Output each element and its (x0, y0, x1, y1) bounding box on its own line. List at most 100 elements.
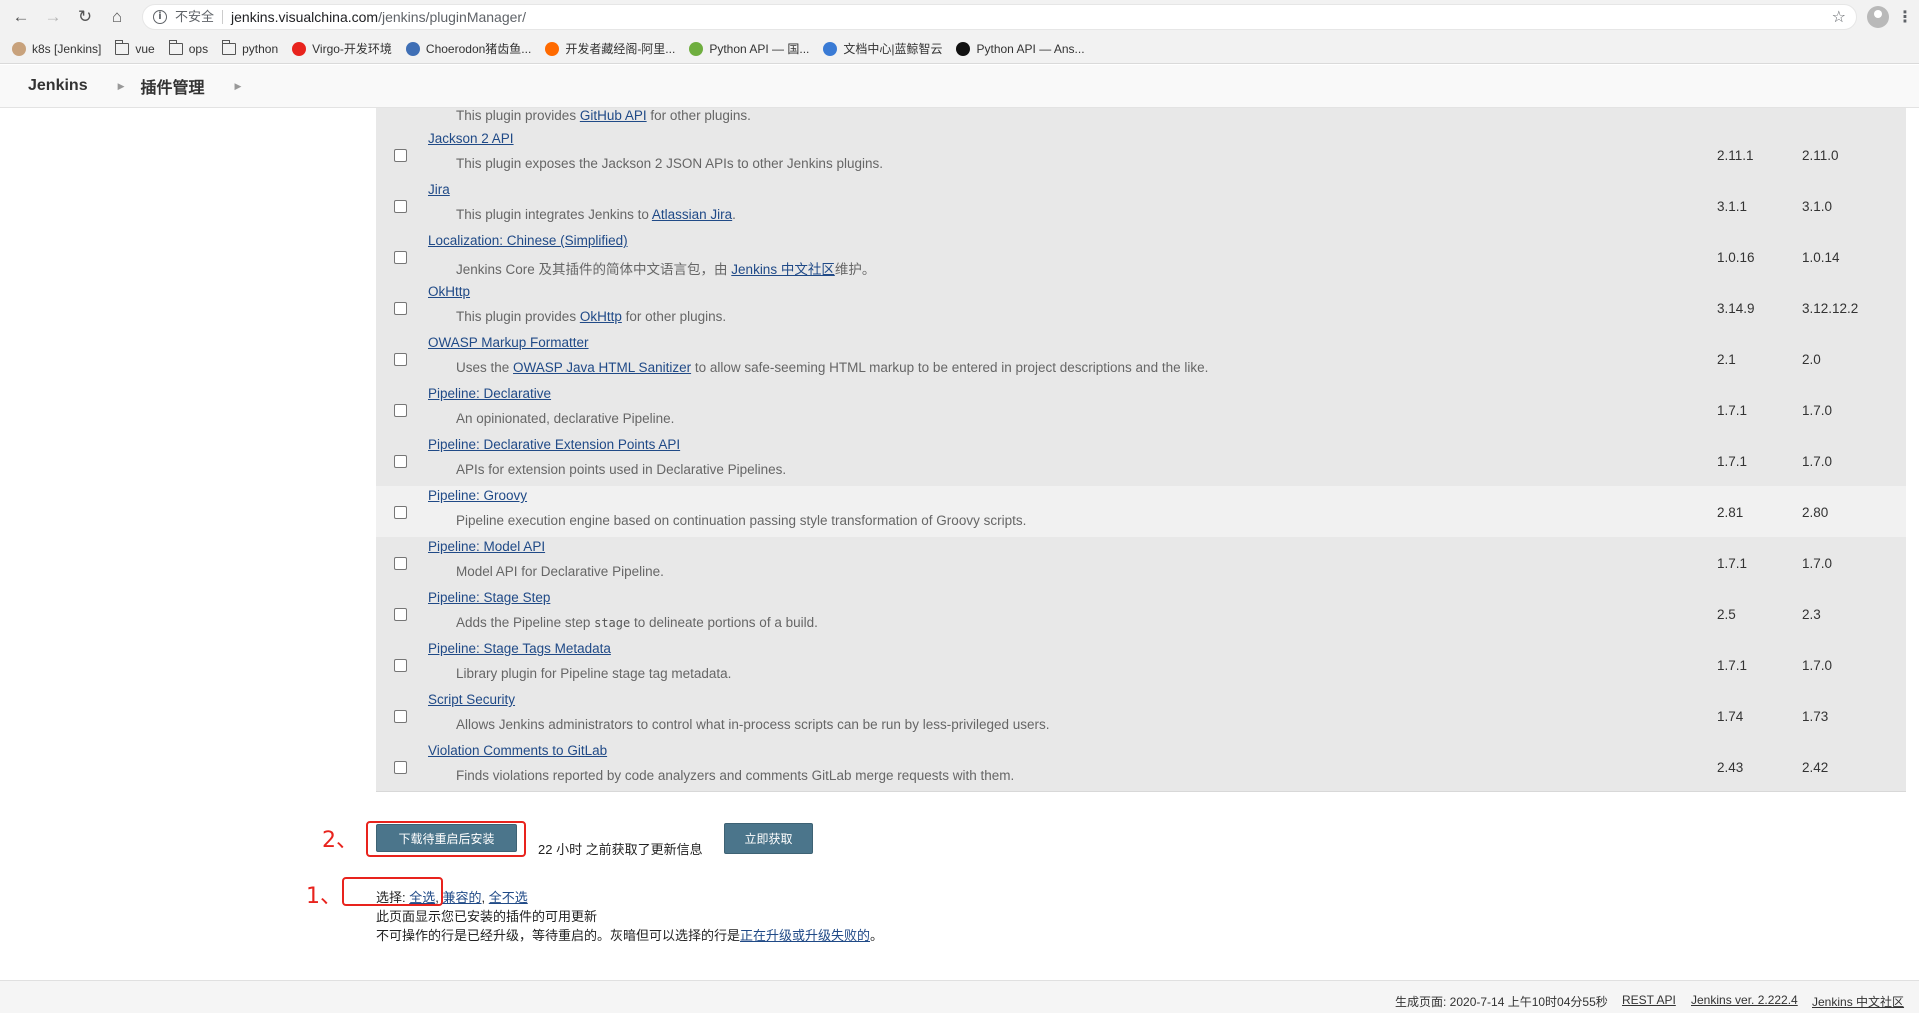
plugin-name-link[interactable]: Pipeline: Declarative Extension Points A… (428, 437, 680, 452)
select-compatible-link[interactable]: 兼容的 (442, 890, 481, 905)
ansible-icon (956, 41, 971, 56)
crumb-jenkins[interactable]: Jenkins (28, 77, 88, 95)
bookmarks-bar: k8s [Jenkins] vue ops python Virgo-开发环境 Choer… (0, 34, 1919, 64)
plugin-new-version: 1.7.1 (1717, 403, 1748, 418)
chevron-right-icon[interactable]: ▶ (118, 81, 125, 92)
plugin-name-link[interactable]: Localization: Chinese (Simplified) (428, 233, 628, 248)
plugin-checkbox[interactable] (394, 557, 407, 570)
plugin-checkbox[interactable] (394, 455, 407, 468)
jenkins-version-link[interactable]: Jenkins ver. 2.222.4 (1691, 993, 1798, 1007)
plugin-installed-version: 3.1.0 (1802, 199, 1833, 214)
plugin-name-link[interactable]: OkHttp (428, 284, 470, 299)
bookmark-item[interactable]: 文档中心|蓝鲸智云 (823, 40, 942, 57)
home-icon[interactable]: ⌂ (104, 4, 130, 30)
forward-icon[interactable]: → (40, 4, 66, 30)
jenkins-community-link[interactable]: Jenkins 中文社区 (1812, 993, 1904, 1010)
check-now-button[interactable]: 立即获取 (724, 823, 813, 854)
plugin-checkbox[interactable] (394, 659, 407, 672)
bookmark-item[interactable]: Python API — 国... (689, 40, 809, 57)
plugin-new-version: 2.11.1 (1717, 148, 1754, 163)
plugin-new-version: 3.14.9 (1717, 301, 1755, 316)
plugin-new-version: 2.81 (1717, 505, 1744, 520)
bookmark-item[interactable]: Choerodon猪齿鱼... (405, 40, 531, 57)
rest-api-link[interactable]: REST API (1622, 993, 1676, 1007)
plugin-row: Pipeline: Stage Tags Metadata Library plu… (376, 639, 1906, 690)
plugin-installed-version: 1.7.0 (1802, 454, 1833, 469)
chevron-right-icon[interactable]: ▶ (235, 81, 242, 92)
plugin-name-link[interactable]: Pipeline: Groovy (428, 488, 527, 503)
star-icon[interactable]: ☆ (1832, 7, 1846, 27)
plugin-description: Model API for Declarative Pipeline. (456, 564, 664, 579)
bookmark-item[interactable]: vue (115, 39, 155, 56)
plugin-checkbox[interactable] (394, 302, 407, 315)
menu-dots-icon[interactable]: ⋮ (1897, 7, 1913, 27)
plugin-name-link[interactable]: Pipeline: Declarative (428, 386, 551, 401)
plugin-description: Library plugin for Pipeline stage tag me… (456, 666, 732, 681)
plugin-new-version: 2.1 (1717, 352, 1736, 367)
plugin-checkbox[interactable] (394, 608, 407, 621)
plugin-description-link[interactable]: GitHub API (580, 108, 647, 123)
folder-icon (168, 39, 183, 55)
bookmark-label: k8s [Jenkins] (32, 41, 102, 56)
bookmark-item[interactable]: 开发者藏经阁-阿里... (545, 40, 675, 57)
plugin-checkbox[interactable] (394, 149, 407, 162)
back-icon[interactable]: ← (8, 4, 34, 30)
plugin-description: Pipeline execution engine based on conti… (456, 513, 1027, 528)
separator: , (481, 890, 489, 905)
plugin-checkbox[interactable] (394, 251, 407, 264)
bookmark-item[interactable]: ops (168, 39, 209, 56)
bookmark-item[interactable]: k8s [Jenkins] (12, 41, 102, 56)
plugin-row: Violation Comments to GitLab Finds violat… (376, 741, 1906, 792)
plugin-description-link[interactable]: OkHttp (580, 309, 622, 324)
bookmark-label: 文档中心|蓝鲸智云 (843, 42, 943, 56)
plugin-name-link[interactable]: OWASP Markup Formatter (428, 335, 589, 350)
plugin-row: Pipeline: Stage Step Adds the Pipeline st… (376, 588, 1906, 639)
upgrading-or-failed-link[interactable]: 正在升级或升级失败的 (740, 928, 870, 943)
plugin-row: OWASP Markup Formatter Uses the OWASP Jav… (376, 333, 1906, 384)
info-line-2-end: 。 (870, 928, 884, 943)
select-none-link[interactable]: 全不选 (489, 890, 528, 905)
bookmark-item[interactable]: Python API — Ans... (956, 41, 1085, 56)
plugin-checkbox[interactable] (394, 353, 407, 366)
plugin-name-link[interactable]: Jackson 2 API (428, 131, 514, 146)
python-icon (689, 41, 704, 56)
plugin-description: APIs for extension points used in Declar… (456, 462, 787, 477)
plugin-name-link[interactable]: Script Security (428, 692, 515, 707)
bookmark-label: Python API — 国... (709, 42, 810, 56)
plugin-new-version: 3.1.1 (1717, 199, 1748, 214)
plugin-checkbox[interactable] (394, 761, 407, 774)
bookmark-item[interactable]: python (222, 39, 278, 56)
plugin-name-link[interactable]: Pipeline: Stage Tags Metadata (428, 641, 611, 656)
plugin-description-link[interactable]: OWASP Java HTML Sanitizer (513, 360, 691, 375)
plugin-description: Uses the OWASP Java HTML Sanitizer to al… (456, 360, 1209, 375)
plugin-description-link[interactable]: Atlassian Jira (652, 207, 732, 222)
folder-icon (222, 39, 237, 55)
bookmark-label: vue (135, 41, 155, 56)
address-bar[interactable]: i 不安全 jenkins.visualchina.com/jenkins/pl… (142, 4, 1857, 30)
plugin-installed-version: 2.0 (1802, 352, 1821, 367)
plugin-name-link[interactable]: Violation Comments to GitLab (428, 743, 607, 758)
plugin-description-code: stage (594, 616, 631, 630)
plugin-name-link[interactable]: Pipeline: Model API (428, 539, 545, 554)
bookmark-label: ops (188, 41, 209, 56)
profile-avatar-icon[interactable] (1867, 6, 1889, 28)
plugin-checkbox[interactable] (394, 404, 407, 417)
crumb-plugin-manager[interactable]: 插件管理 (141, 74, 205, 98)
plugin-name-link[interactable]: Pipeline: Stage Step (428, 590, 550, 605)
plugin-checkbox[interactable] (394, 506, 407, 519)
download-install-after-restart-button[interactable]: 下载待重启后安装 (376, 824, 517, 852)
plugin-checkbox[interactable] (394, 200, 407, 213)
plugin-description: An opinionated, declarative Pipeline. (456, 411, 675, 426)
plugin-row: Pipeline: Declarative Extension Points A… (376, 435, 1906, 486)
plugin-row: Pipeline: Model API Model API for Declara… (376, 537, 1906, 588)
plugin-checkbox[interactable] (394, 710, 407, 723)
info-icon[interactable]: i (153, 10, 167, 24)
plugin-description-link[interactable]: Jenkins 中文社区 (731, 262, 835, 277)
bookmark-item[interactable]: Virgo-开发环境 (292, 40, 392, 57)
reload-icon[interactable]: ↻ (72, 4, 98, 30)
plugin-new-version: 1.7.1 (1717, 658, 1748, 673)
annotation-2: 2、 (322, 828, 358, 853)
plugin-name-link[interactable]: Jira (428, 182, 450, 197)
bookmark-label: 开发者藏经阁-阿里... (565, 42, 676, 56)
select-all-link[interactable]: 全选 (409, 890, 435, 905)
